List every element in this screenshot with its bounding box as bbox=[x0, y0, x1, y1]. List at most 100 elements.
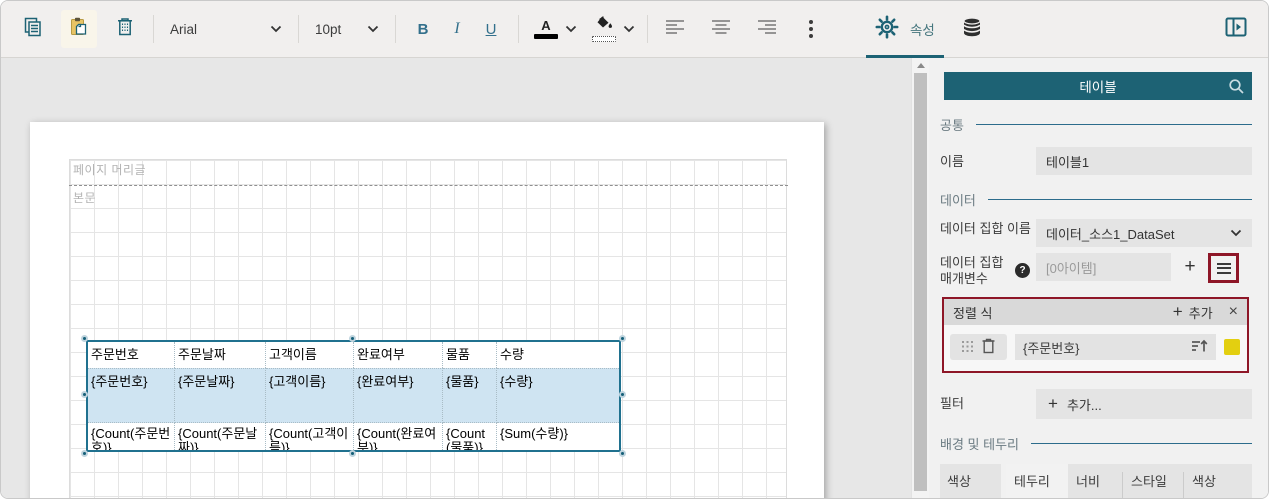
selection-handle[interactable] bbox=[619, 391, 626, 398]
table-footer-cell[interactable]: {Count(주문날짜)} bbox=[175, 423, 266, 450]
border-color-control[interactable]: 색상 bbox=[1184, 464, 1252, 499]
data-sources-button[interactable] bbox=[952, 10, 992, 48]
gear-icon bbox=[875, 15, 899, 44]
table-data-cell[interactable]: {물품} bbox=[443, 368, 497, 423]
dots-vertical-icon bbox=[809, 20, 813, 24]
fill-color-control[interactable]: 색상 bbox=[940, 464, 1001, 499]
sort-expression-panel: 정렬 식 + 추가 × bbox=[942, 297, 1249, 373]
border-style-control[interactable]: 스타일 없음 bbox=[1123, 464, 1183, 499]
align-center-icon bbox=[712, 20, 730, 39]
selection-handle[interactable] bbox=[619, 450, 626, 457]
table-header-cell[interactable]: 완료여부 bbox=[354, 342, 443, 368]
properties-panel: 테이블 공통 이름 테이블1 데이터 bbox=[929, 58, 1268, 499]
plus-icon[interactable]: + bbox=[1173, 302, 1183, 322]
font-size-select[interactable]: 10pt bbox=[309, 10, 385, 48]
table-header-cell[interactable]: 고객이름 bbox=[266, 342, 354, 368]
align-right-button[interactable] bbox=[750, 10, 784, 48]
report-table[interactable]: 주문번호 주문날짜 고객이름 완료여부 물품 수량 {주문번호} {주문날짜} … bbox=[86, 340, 621, 452]
table-data-cell[interactable]: {완료여부} bbox=[354, 368, 443, 423]
add-parameter-button[interactable]: + bbox=[1176, 253, 1204, 281]
selection-handle[interactable] bbox=[349, 450, 356, 457]
italic-button[interactable]: I bbox=[440, 10, 474, 48]
delete-button[interactable] bbox=[107, 10, 143, 48]
selection-handle[interactable] bbox=[349, 335, 356, 342]
section-background-border-label: 배경 및 테두리 bbox=[940, 434, 1019, 453]
paste-icon bbox=[68, 16, 90, 43]
chevron-down-icon bbox=[565, 25, 577, 33]
selection-handle[interactable] bbox=[81, 391, 88, 398]
border-all-control[interactable]: 테두리 모두 bbox=[1006, 464, 1068, 499]
sort-direction-icon[interactable] bbox=[1191, 339, 1208, 356]
dataset-name-select[interactable]: 데이터_소스1_DataSet bbox=[1036, 219, 1252, 247]
scrollbar-thumb[interactable] bbox=[914, 73, 927, 491]
selection-handle[interactable] bbox=[81, 335, 88, 342]
fill-color-dropdown[interactable] bbox=[621, 10, 637, 48]
align-center-button[interactable] bbox=[704, 10, 738, 48]
delete-sort-icon[interactable] bbox=[981, 338, 996, 357]
underline-button[interactable]: U bbox=[474, 10, 508, 48]
sort-menu-button[interactable] bbox=[1208, 253, 1239, 283]
table-header-cell[interactable]: 물품 bbox=[443, 342, 497, 368]
panel-title: 테이블 bbox=[1079, 76, 1116, 96]
help-icon[interactable]: ? bbox=[1015, 263, 1030, 278]
selection-handle[interactable] bbox=[81, 450, 88, 457]
table-data-cell[interactable]: {주문번호} bbox=[88, 368, 175, 423]
table-data-cell[interactable]: {수량} bbox=[497, 368, 619, 423]
table-data-cell[interactable]: {고객이름} bbox=[266, 368, 354, 423]
table-header-cell[interactable]: 주문번호 bbox=[88, 342, 175, 368]
search-button[interactable] bbox=[1227, 77, 1245, 98]
vertical-scrollbar[interactable] bbox=[911, 58, 929, 499]
panel-title-bar: 테이블 bbox=[944, 72, 1252, 100]
more-options-button[interactable] bbox=[796, 10, 826, 48]
sort-color-swatch[interactable] bbox=[1224, 339, 1240, 355]
filter-row: 필터 + 추가... bbox=[940, 389, 1252, 419]
report-page[interactable]: 페이지 머리글 본문 주문번호 주문날짜 고객이름 완료여부 물품 수량 {주문… bbox=[30, 122, 824, 499]
body-section-label: 본문 bbox=[73, 189, 96, 206]
design-canvas[interactable]: 페이지 머리글 본문 주문번호 주문날짜 고객이름 완료여부 물품 수량 {주문… bbox=[1, 58, 911, 499]
table-header-cell[interactable]: 주문날짜 bbox=[175, 342, 266, 368]
paste-button[interactable] bbox=[61, 10, 97, 48]
report-designer-window: Arial 10pt B I U A bbox=[0, 0, 1269, 499]
table-data-cell[interactable]: {주문날짜} bbox=[175, 368, 266, 423]
toolbar-separator bbox=[518, 15, 519, 43]
sort-expression-field[interactable]: {주문번호} bbox=[1015, 334, 1216, 360]
table-header-cell[interactable]: 수량 bbox=[497, 342, 619, 368]
border-label: 테두리 bbox=[1014, 471, 1068, 490]
sort-add-button[interactable]: 추가 bbox=[1189, 303, 1213, 322]
tab-properties-label: 속성 bbox=[910, 19, 935, 39]
text-color-dropdown[interactable] bbox=[563, 10, 579, 48]
font-family-select[interactable]: Arial bbox=[164, 10, 288, 48]
table-footer-cell[interactable]: {Count(완료여부)} bbox=[354, 423, 443, 450]
section-divider bbox=[69, 185, 788, 186]
name-value: 테이블1 bbox=[1046, 152, 1089, 171]
table-footer-cell[interactable]: {Sum(수량)} bbox=[497, 423, 619, 450]
dataset-params-input[interactable]: [0아이템] bbox=[1036, 253, 1171, 281]
border-controls: 테두리 모두 너비 1pt 스타일 없음 bbox=[1006, 464, 1252, 499]
border-width-control[interactable]: 너비 1pt bbox=[1068, 464, 1122, 499]
filter-add-button[interactable]: + 추가... bbox=[1036, 389, 1252, 419]
toolbar-separator bbox=[395, 15, 396, 43]
table-footer-cell[interactable]: {Count(물품)} bbox=[443, 423, 497, 450]
chevron-down-icon bbox=[270, 25, 282, 33]
text-color-button[interactable]: A bbox=[529, 10, 563, 48]
table-footer-cell[interactable]: {Count(고객이름)} bbox=[266, 423, 354, 450]
name-input[interactable]: 테이블1 bbox=[1036, 147, 1252, 175]
selection-handle[interactable] bbox=[619, 335, 626, 342]
copy-button[interactable] bbox=[15, 10, 51, 48]
drag-handle-icon[interactable] bbox=[962, 340, 973, 355]
dataset-name-label: 데이터 집합 이름 bbox=[940, 219, 1036, 237]
tab-properties[interactable]: 속성 bbox=[866, 1, 944, 58]
section-common: 공통 bbox=[940, 115, 1252, 134]
scroll-up-arrow-icon[interactable] bbox=[917, 63, 925, 68]
align-left-button[interactable] bbox=[658, 10, 692, 48]
toolbar-separator bbox=[298, 15, 299, 43]
fill-color-button[interactable] bbox=[587, 10, 621, 48]
table-footer-cell[interactable]: {Count(주문번호)} bbox=[88, 423, 175, 450]
bold-button[interactable]: B bbox=[406, 10, 440, 48]
toolbar: Arial 10pt B I U A bbox=[1, 1, 1268, 58]
align-right-icon bbox=[758, 20, 776, 39]
close-icon[interactable]: × bbox=[1229, 303, 1238, 321]
content-area: 페이지 머리글 본문 주문번호 주문날짜 고객이름 완료여부 물품 수량 {주문… bbox=[1, 58, 1268, 499]
plus-icon: + bbox=[1048, 394, 1058, 414]
collapse-panel-button[interactable] bbox=[1216, 10, 1256, 48]
